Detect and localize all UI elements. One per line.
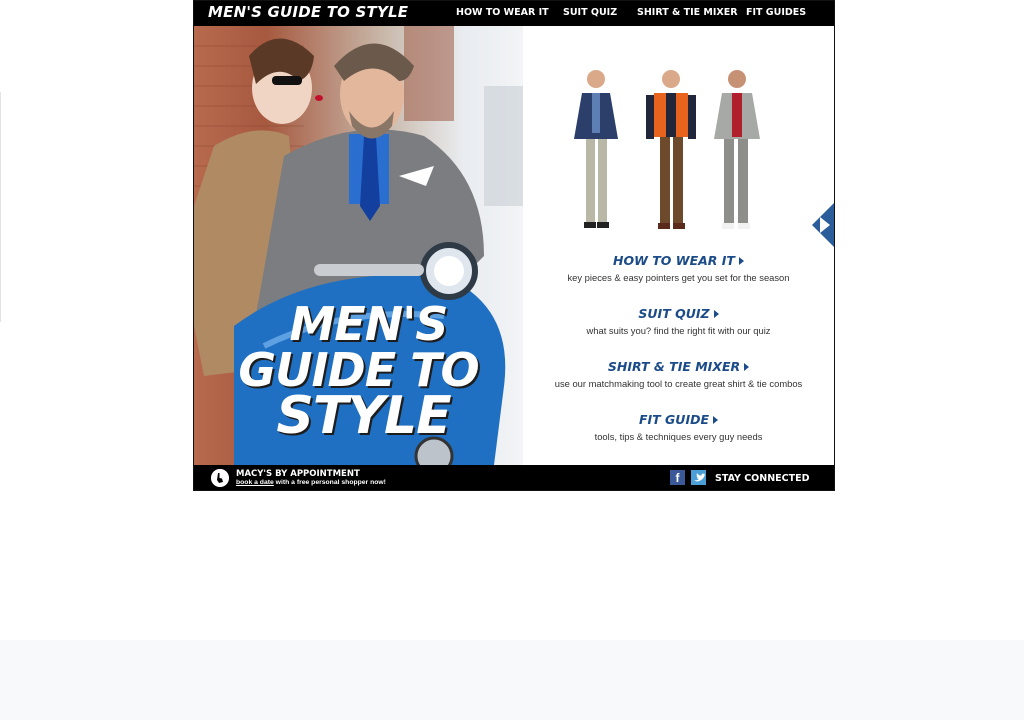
suit-quiz-description: what suits you? find the right fit with … xyxy=(586,325,771,336)
nav-suit-quiz[interactable]: SUIT QUIZ xyxy=(563,7,617,18)
appointment-text: with a free personal shopper now! xyxy=(273,479,386,486)
shirt-tie-mixer-description: use our matchmaking tool to create great… xyxy=(554,378,803,389)
model-3 xyxy=(714,70,760,229)
appointment-line: book a date with a free personal shopper… xyxy=(236,479,386,486)
link-block-how-to-wear-it: HOW TO WEAR IT key pieces & easy pointer… xyxy=(523,252,834,283)
models-image[interactable] xyxy=(574,69,774,237)
hero-photo[interactable]: MEN'S GUIDE TO STYLE xyxy=(194,26,523,465)
model-2 xyxy=(646,70,696,229)
link-block-suit-quiz: SUIT QUIZ what suits you? find the right… xyxy=(523,305,834,336)
triangle-right-icon[interactable] xyxy=(713,309,719,318)
how-to-wear-it-description: key pieces & easy pointers get you set f… xyxy=(567,272,790,283)
how-to-wear-it-link[interactable]: HOW TO WEAR IT xyxy=(613,253,735,268)
hand-pointer-icon[interactable] xyxy=(211,469,229,487)
model-1 xyxy=(574,70,618,228)
hero-title-line-1: MEN'S xyxy=(289,297,449,351)
triangle-right-icon[interactable] xyxy=(744,362,750,371)
nav-shirt-tie-mixer[interactable]: SHIRT & TIE MIXER xyxy=(637,7,738,18)
suit-quiz-link[interactable]: SUIT QUIZ xyxy=(638,306,709,321)
page-bottom-band xyxy=(0,640,1024,720)
appointment-title: MACY'S BY APPOINTMENT xyxy=(236,469,360,479)
twitter-icon[interactable] xyxy=(691,470,706,485)
bottom-bar: MACY'S BY APPOINTMENT book a date with a… xyxy=(194,465,834,490)
fit-guide-link[interactable]: FIT GUIDE xyxy=(639,412,709,427)
fit-guide-description: tools, tips & techniques every guy needs xyxy=(594,431,763,442)
nav-fit-guides[interactable]: FIT GUIDES xyxy=(746,7,806,18)
nav-how-to-wear-it[interactable]: HOW TO WEAR IT xyxy=(456,7,549,18)
guide-frame: MEN'S GUIDE TO STYLE HOW TO WEAR IT SUIT… xyxy=(193,0,835,491)
triangle-right-icon[interactable] xyxy=(713,415,719,424)
book-a-date-link[interactable]: book a date xyxy=(236,479,274,486)
shirt-tie-mixer-link[interactable]: SHIRT & TIE MIXER xyxy=(608,359,740,374)
left-edge-line xyxy=(0,92,1,322)
stay-connected-label: STAY CONNECTED xyxy=(715,473,810,484)
brand-title[interactable]: MEN'S GUIDE TO STYLE xyxy=(208,3,408,21)
link-block-fit-guide: FIT GUIDE tools, tips & techniques every… xyxy=(523,411,834,442)
link-block-shirt-tie-mixer: SHIRT & TIE MIXER use our matchmaking to… xyxy=(523,358,834,389)
hero-title-line-3: STYLE xyxy=(276,386,451,446)
next-arrow-icon[interactable] xyxy=(808,201,835,249)
facebook-icon[interactable]: f xyxy=(670,470,685,485)
triangle-right-icon[interactable] xyxy=(738,256,744,265)
top-nav-bar: MEN'S GUIDE TO STYLE HOW TO WEAR IT SUIT… xyxy=(194,1,834,26)
